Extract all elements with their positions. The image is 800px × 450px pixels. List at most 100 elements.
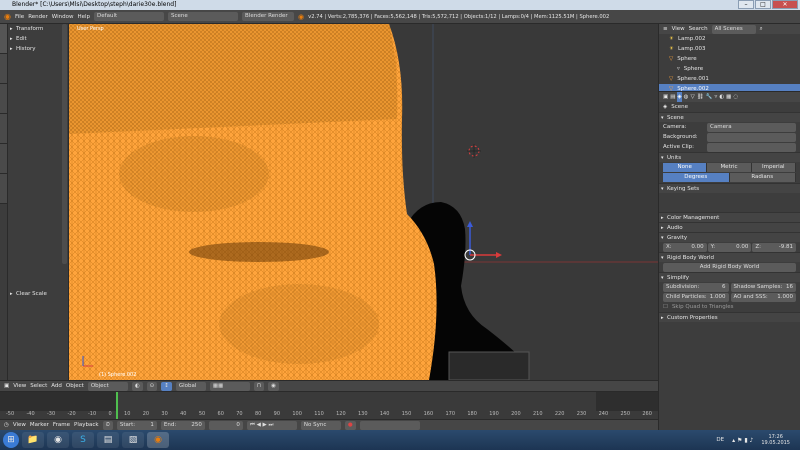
pivot-selector[interactable]: ⊙ (146, 381, 158, 391)
outliner-item[interactable]: ▽ Sphere (659, 54, 800, 64)
menu-add[interactable]: Add (51, 383, 62, 389)
rotation-radians[interactable]: Radians (729, 173, 796, 182)
menu-outliner-search[interactable]: Search (689, 24, 708, 34)
outliner-editor-icon[interactable]: ≡ (663, 24, 668, 34)
rotation-unit-selector[interactable]: Degrees Radians (663, 173, 796, 182)
sync-selector[interactable]: No Sync (300, 420, 341, 430)
scrollbar[interactable] (62, 24, 67, 264)
section-transform[interactable]: Transform (8, 24, 68, 34)
menu-help[interactable]: Help (77, 14, 90, 20)
menu-tl-view[interactable]: View (13, 422, 26, 428)
language-indicator[interactable]: DE (716, 437, 724, 443)
range-toggle[interactable]: ⏲ (102, 420, 113, 430)
menu-outliner-view[interactable]: View (672, 24, 685, 34)
minimize-button[interactable]: – (738, 0, 754, 9)
menu-window[interactable]: Window (52, 14, 74, 20)
search-icon[interactable]: ⌕ (760, 24, 763, 34)
current-frame-field[interactable]: 0 (208, 420, 243, 430)
section-keying-sets[interactable]: Keying Sets (659, 183, 800, 194)
start-button[interactable]: ⊞ (3, 432, 19, 448)
texture-tab-icon[interactable]: ▦ (726, 92, 731, 102)
snap-toggle[interactable]: ⊓ (253, 381, 265, 391)
section-units[interactable]: Units (659, 152, 800, 163)
current-frame-indicator[interactable] (116, 392, 118, 419)
section-custom-properties[interactable]: Custom Properties (659, 312, 800, 323)
layers-grid[interactable]: ▦▦ (209, 381, 250, 391)
ao-sss-field[interactable]: AO and SSS: 1.000 (730, 292, 796, 302)
section-color-management[interactable]: Color Management (659, 212, 800, 223)
manipulator-toggle[interactable]: ↕ (161, 381, 172, 391)
menu-view[interactable]: View (13, 383, 26, 389)
render-tab-icon[interactable]: ▣ (663, 92, 668, 102)
shading-selector[interactable]: ◐ (131, 381, 143, 391)
gravity-z-field[interactable]: Z: -9.81 (752, 242, 797, 252)
close-button[interactable]: ✕ (772, 0, 798, 9)
skip-quad-row[interactable]: ☐ Skip Quad to Triangles (659, 302, 800, 312)
scene-tab-icon[interactable]: ◈ (677, 92, 682, 102)
end-frame-field[interactable]: End: 250 (160, 420, 205, 430)
tab-grease-pencil[interactable] (0, 174, 7, 204)
tab-create[interactable] (0, 54, 7, 84)
layout-selector[interactable]: Default (94, 12, 165, 21)
background-field[interactable] (707, 132, 796, 142)
shadow-samples-field[interactable]: Shadow Samples: 16 (730, 282, 796, 292)
explorer-icon[interactable]: 📁 (22, 432, 44, 448)
unit-imperial[interactable]: Imperial (751, 163, 796, 172)
child-particles-field[interactable]: Child Particles: 1.000 (663, 292, 729, 302)
outliner-item[interactable]: ☀ Lamp.002 (659, 34, 800, 44)
menu-file[interactable]: File (15, 14, 24, 20)
outliner-filter-selector[interactable]: All Scenes (711, 24, 756, 34)
outliner-item[interactable]: ▽ Sphere.001 (659, 74, 800, 84)
gravity-y-field[interactable]: Y: 0.00 (707, 242, 752, 252)
camera-field[interactable]: Camera (707, 122, 796, 132)
3d-viewport[interactable]: User Persp (1) Sphere.002 (69, 24, 658, 380)
object-tab-icon[interactable]: ▽ (690, 92, 694, 102)
menu-playback[interactable]: Playback (74, 422, 99, 428)
keying-record-button[interactable]: ● (344, 420, 356, 430)
subdivision-field[interactable]: Subdivision: 6 (663, 282, 729, 292)
tray-icons[interactable]: ▴ ⚑ ▮ ♪ (732, 437, 753, 444)
layers-tab-icon[interactable]: ▤ (670, 92, 675, 102)
active-clip-field[interactable] (707, 142, 796, 152)
unit-metric[interactable]: Metric (707, 163, 752, 172)
editor-type-icon[interactable]: ▣ (4, 383, 9, 389)
modifiers-tab-icon[interactable]: 🔧 (706, 92, 713, 102)
constraints-tab-icon[interactable]: ⛓ (697, 92, 704, 102)
maximize-button[interactable]: □ (755, 0, 771, 9)
photos-icon[interactable]: ▧ (122, 432, 144, 448)
playback-controls[interactable]: ⏮ ◀ ▶ ⏭ (246, 420, 297, 430)
mode-selector[interactable]: Object Mode (87, 381, 128, 398)
timeline[interactable]: -50 -40 -30 -20 -10 0 10 20 30 40 50 60 70 80 90 100 110… (0, 391, 658, 419)
checkbox-icon[interactable]: ☐ (663, 302, 668, 312)
last-operator-clear-scale[interactable]: Clear Scale (8, 289, 68, 299)
start-frame-field[interactable]: Start: 1 (116, 420, 157, 430)
add-rigid-body-button[interactable]: Add Rigid Body World (663, 262, 796, 272)
physics-tab-icon[interactable]: ◌ (733, 92, 738, 102)
tab-relations[interactable] (0, 84, 7, 114)
section-history[interactable]: History (8, 44, 68, 54)
rotation-degrees[interactable]: Degrees (663, 173, 730, 182)
tab-physics[interactable] (0, 144, 7, 174)
keying-set-selector[interactable] (359, 420, 420, 430)
skype-icon[interactable]: S (72, 432, 94, 448)
scene-selector[interactable]: Scene (168, 12, 239, 21)
gravity-x-field[interactable]: X: 0.00 (663, 242, 707, 252)
menu-select[interactable]: Select (30, 383, 47, 389)
section-edit[interactable]: Edit (8, 34, 68, 44)
data-tab-icon[interactable]: ▿ (715, 92, 718, 102)
outliner-item[interactable]: ☀ Lamp.003 (659, 44, 800, 54)
clock[interactable]: 17:26 19.05.2015 (761, 434, 790, 446)
timeline-editor-icon[interactable]: ◷ (4, 422, 9, 428)
unit-none[interactable]: None (663, 163, 708, 172)
tab-tools[interactable] (0, 24, 7, 54)
tab-animation[interactable] (0, 114, 7, 144)
world-tab-icon[interactable]: ◍ (684, 92, 689, 102)
orientation-selector[interactable]: Global (175, 381, 206, 391)
outliner-item[interactable]: ▿ Sphere (659, 64, 800, 74)
render-preview-button[interactable]: ◉ (268, 381, 279, 391)
unit-system-selector[interactable]: None Metric Imperial (663, 163, 796, 172)
section-rigid-body[interactable]: Rigid Body World (659, 252, 800, 263)
taskbar-app-icon[interactable]: ▤ (97, 432, 119, 448)
blender-logo-icon[interactable]: ◉ (4, 12, 11, 21)
section-scene[interactable]: Scene (659, 112, 800, 123)
